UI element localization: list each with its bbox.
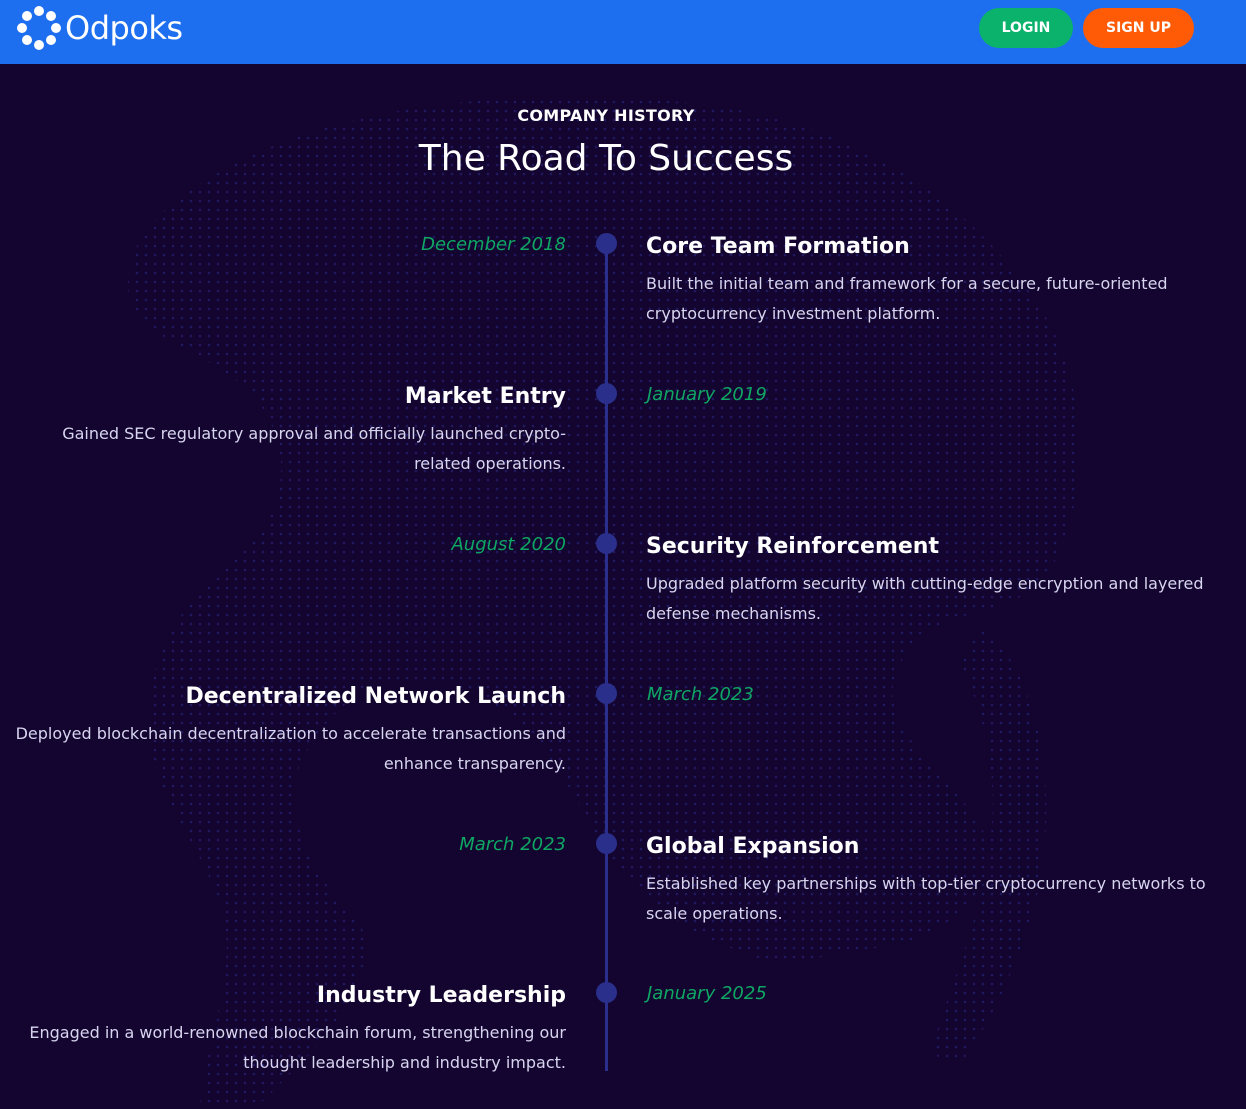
timeline-dot [596,982,617,1003]
timeline-item-description: Established key partnerships with top-ti… [646,874,1206,923]
timeline-item-title: Market Entry [404,384,566,409]
login-button[interactable]: LOGIN [979,8,1073,48]
timeline-line [605,243,608,1071]
section-title: The Road To Success [418,138,794,179]
timeline-item-title: Decentralized Network Launch [185,684,566,709]
timeline-date: August 2020 [451,534,566,555]
timeline-item: Industry Leadership Engaged in a world-r… [6,982,566,1078]
timeline-item-description: Gained SEC regulatory approval and offic… [62,424,566,473]
timeline-dot [596,533,617,554]
timeline-dot [596,683,617,704]
timeline-item: Global Expansion Established key partner… [646,833,1206,929]
timeline-item: Core Team Formation Built the initial te… [646,233,1206,329]
timeline-item-title: Security Reinforcement [646,534,939,559]
timeline-date: January 2025 [647,983,767,1004]
timeline-item: Market Entry Gained SEC regulatory appro… [6,383,566,479]
timeline-item-title: Global Expansion [646,834,860,859]
timeline-item-description: Built the initial team and framework for… [646,274,1168,323]
timeline-dot [596,233,617,254]
timeline-dot [596,383,617,404]
timeline-item-title: Industry Leadership [316,983,566,1008]
timeline-item-description: Engaged in a world-renowned blockchain f… [29,1023,566,1072]
ring-of-dots-logo-icon [17,6,61,50]
site-header: Odpoks LOGIN SIGN UP [0,0,1246,64]
timeline-item-description: Upgraded platform security with cutting-… [646,574,1204,623]
timeline-date: March 2023 [647,684,754,705]
timeline-item-title: Core Team Formation [646,234,910,259]
timeline-item: Security Reinforcement Upgraded platform… [646,533,1206,629]
brand-logo[interactable]: Odpoks [17,6,183,50]
brand-name: Odpoks [65,9,183,47]
signup-button[interactable]: SIGN UP [1083,8,1194,48]
section-eyebrow: COMPANY HISTORY [517,106,695,125]
timeline-date: March 2023 [459,834,566,855]
timeline-date: January 2019 [647,384,767,405]
timeline-date: December 2018 [421,234,566,255]
timeline-item: Decentralized Network Launch Deployed bl… [6,683,566,779]
timeline-item-description: Deployed blockchain decentralization to … [15,724,566,773]
timeline-dot [596,833,617,854]
